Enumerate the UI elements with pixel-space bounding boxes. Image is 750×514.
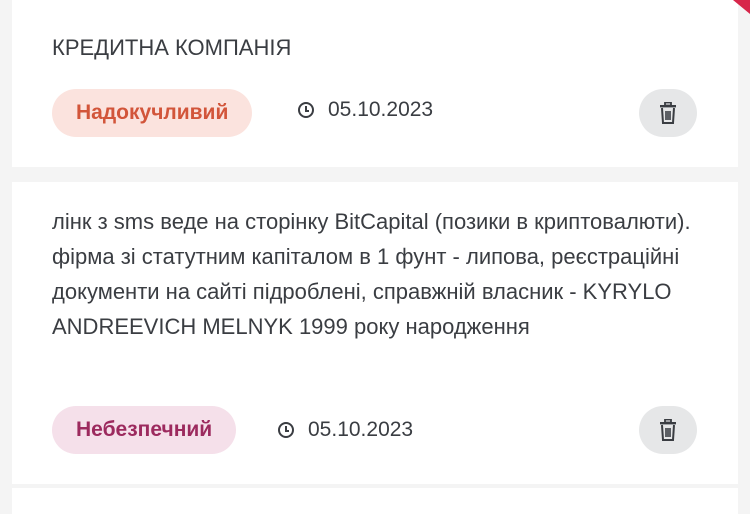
review-date: 05.10.2023 xyxy=(298,97,433,123)
trash-icon xyxy=(660,419,676,441)
review-text: лінк з sms веде на сторінку BitCapital (… xyxy=(52,209,691,339)
clock-icon xyxy=(298,102,314,118)
clock-icon xyxy=(278,422,294,438)
review-card: КРЕДИТНА КОМПАНІЯ Надокучливий 05.10.202… xyxy=(12,0,750,167)
corner-marker xyxy=(716,0,750,14)
review-card: лінк з sms веде на сторінку BitCapital (… xyxy=(12,182,738,484)
review-date-text: 05.10.2023 xyxy=(308,418,414,441)
delete-button[interactable] xyxy=(639,406,697,454)
trash-icon xyxy=(660,102,676,124)
review-date-text: 05.10.2023 xyxy=(328,98,434,121)
rating-badge: Надокучливий xyxy=(52,89,253,137)
rating-badge: Небезпечний xyxy=(52,406,237,454)
review-date: 05.10.2023 xyxy=(278,417,413,443)
reviews-page: КРЕДИТНА КОМПАНІЯ Надокучливий 05.10.202… xyxy=(0,0,750,514)
review-card xyxy=(12,488,738,514)
delete-button[interactable] xyxy=(639,89,697,137)
review-text: КРЕДИТНА КОМПАНІЯ xyxy=(52,35,292,60)
